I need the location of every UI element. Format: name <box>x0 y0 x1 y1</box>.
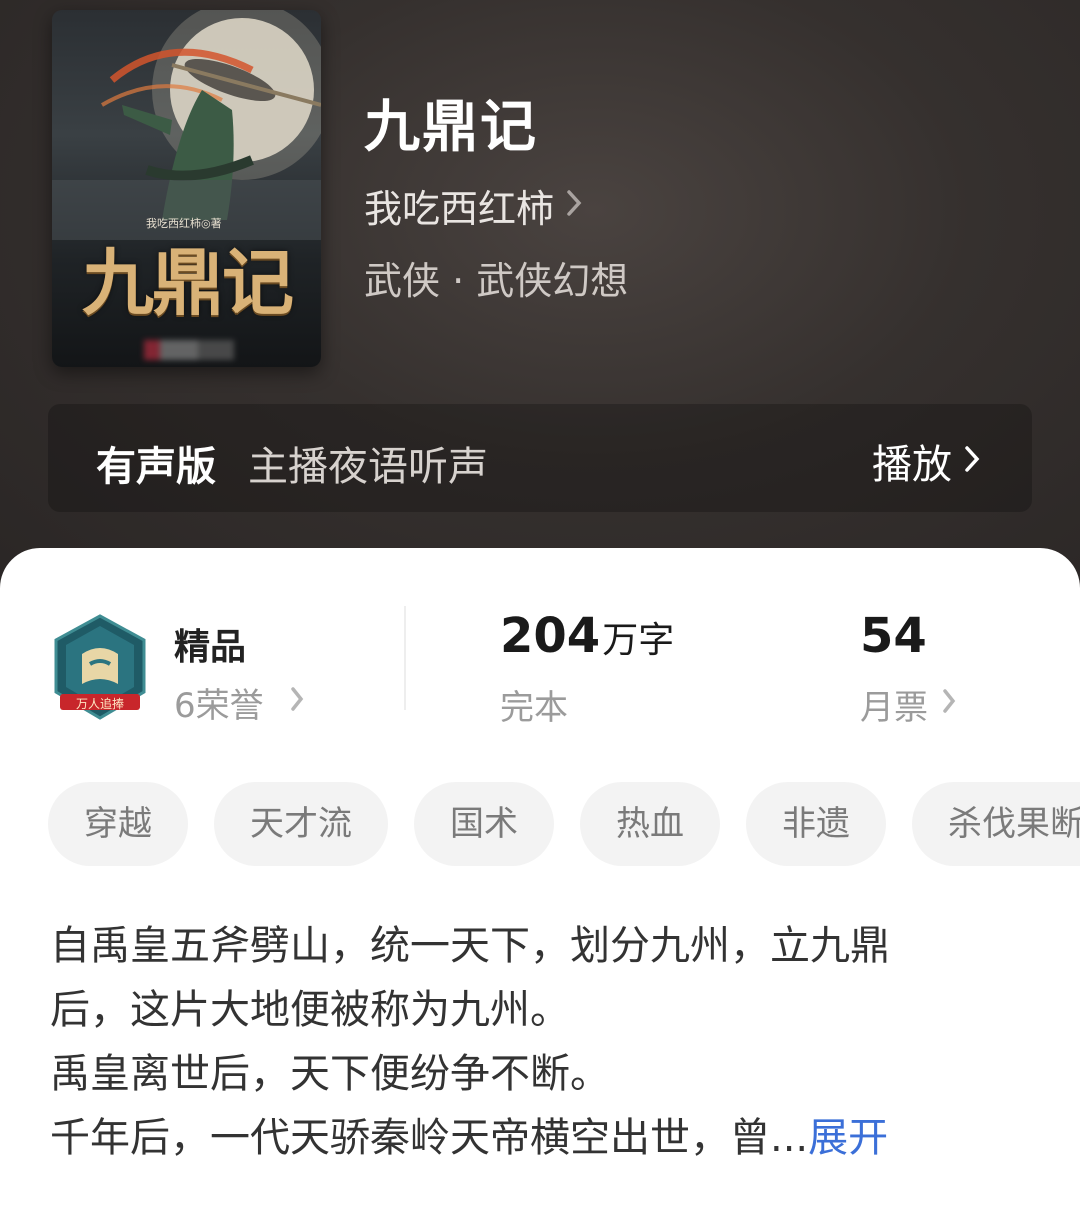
tag-chip[interactable]: 非遗 <box>746 782 886 866</box>
chevron-right-icon <box>942 687 956 722</box>
chevron-right-icon <box>290 685 304 720</box>
tag-list: 穿越 天才流 国术 热血 非遗 杀伐果断 <box>48 782 1080 868</box>
quality-label: 精品 <box>174 627 247 668</box>
cover-blurred-mark <box>144 340 234 360</box>
play-button[interactable]: 播放 <box>872 432 980 490</box>
tag-chip[interactable]: 杀伐果断 <box>912 782 1080 866</box>
monthly-votes-label: 月票 <box>860 688 928 728</box>
book-status-label: 完本 <box>500 688 568 728</box>
word-count: 204万字 <box>500 608 674 664</box>
author-link[interactable]: 我吃西红柿 <box>364 178 582 233</box>
tag-chip[interactable]: 穿越 <box>48 782 188 866</box>
play-label: 播放 <box>872 442 952 488</box>
tag-chip[interactable]: 国术 <box>414 782 554 866</box>
audiobook-host: 主播夜语听声 <box>248 444 488 490</box>
word-count-unit: 万字 <box>602 620 675 661</box>
word-count-number: 204 <box>500 608 601 664</box>
chevron-right-icon <box>964 441 980 482</box>
stats-divider <box>404 606 406 710</box>
badge-caption: 万人追捧 <box>75 697 124 711</box>
book-header: 我吃西红柿◎著 九鼎记 九鼎记 我吃西红柿 武侠 · 武侠幻想 有声版 主播夜语… <box>0 0 1080 600</box>
monthly-votes-count: 54 <box>860 608 927 664</box>
chevron-right-icon <box>566 186 582 226</box>
synopsis-last-line: 千年后，一代天骄秦岭天帝横空出世，曾...展开 <box>50 1106 1010 1170</box>
honors-link[interactable]: 6荣誉 <box>174 678 304 727</box>
book-status: 完本 <box>500 680 568 729</box>
tag-chip[interactable]: 热血 <box>580 782 720 866</box>
honors-count: 6荣誉 <box>174 686 264 726</box>
expand-link[interactable]: 展开 <box>808 1115 888 1161</box>
audiobook-bar[interactable]: 有声版 主播夜语听声 播放 <box>48 404 1032 512</box>
audiobook-label: 有声版 <box>96 444 216 490</box>
quality-badge-icon[interactable]: 万人追捧 <box>52 614 148 722</box>
monthly-votes-link[interactable]: 月票 <box>860 680 956 729</box>
book-cover[interactable]: 我吃西红柿◎著 九鼎记 <box>52 10 321 367</box>
author-name: 我吃西红柿 <box>364 187 555 231</box>
synopsis-line: 后，这片大地便被称为九州。 <box>50 987 570 1033</box>
synopsis-line: 千年后，一代天骄秦岭天帝横空出世，曾... <box>50 1115 809 1161</box>
cover-title: 九鼎记 <box>81 240 294 325</box>
genre-label[interactable]: 武侠 · 武侠幻想 <box>364 250 628 305</box>
synopsis: 自禹皇五斧劈山，统一天下，划分九州，立九鼎 后，这片大地便被称为九州。 禹皇离世… <box>50 914 1010 1170</box>
synopsis-line: 禹皇离世后，天下便纷争不断。 <box>50 1051 610 1097</box>
synopsis-line: 自禹皇五斧劈山，统一天下，划分九州，立九鼎 <box>50 923 890 969</box>
book-details-sheet: 万人追捧 精品 6荣誉 204万字 完本 54 月票 穿越 天才流 国术 热血 非遗 杀伐… <box>0 548 1080 1228</box>
tag-chip[interactable]: 天才流 <box>214 782 388 866</box>
book-title: 九鼎记 <box>364 94 538 160</box>
